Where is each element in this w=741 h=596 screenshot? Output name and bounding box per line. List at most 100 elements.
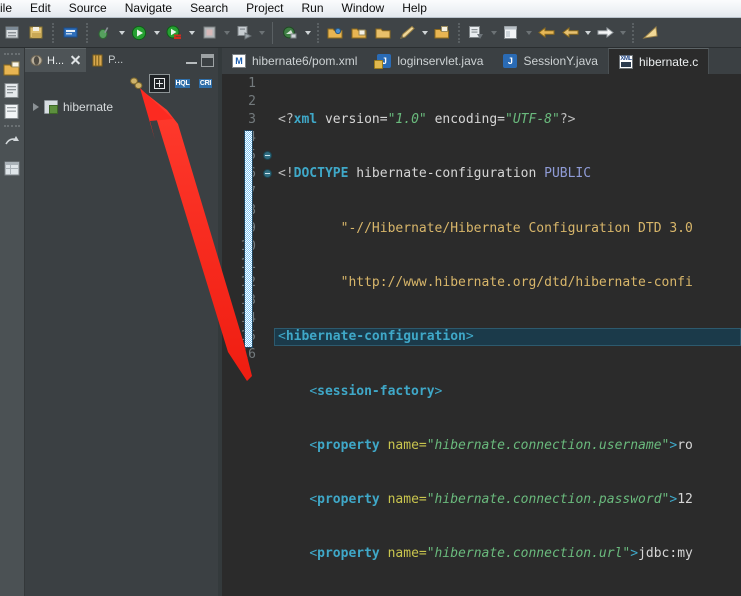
chevron-right-icon[interactable] — [33, 102, 39, 111]
java-locked-icon: J — [374, 54, 392, 69]
menu-navigate[interactable]: Navigate — [116, 0, 181, 17]
run-icon[interactable] — [128, 22, 150, 44]
toolbar-separator — [272, 21, 273, 44]
restore-view-icon[interactable] — [3, 133, 22, 150]
editor-tab-label: SessionY.java — [523, 54, 598, 68]
external-tools-dropdown-icon[interactable] — [256, 22, 267, 44]
hibernate-config-icon — [44, 100, 58, 114]
code-editor[interactable]: 1 2 3 4 5 6 7 8 9 10 11 12 13 14 15 16 — [222, 75, 741, 596]
toolbar-separator — [317, 22, 319, 43]
main-toolbar — [0, 18, 741, 48]
menu-project[interactable]: Project — [237, 0, 292, 17]
changed-lines-marker — [244, 130, 253, 348]
debug-dropdown-icon[interactable] — [116, 22, 127, 44]
editor-tab-label: hibernate6/pom.xml — [252, 54, 358, 68]
terminate-icon[interactable] — [198, 22, 220, 44]
plus-icon — [154, 77, 165, 89]
menu-edit[interactable]: Edit — [21, 0, 60, 17]
view-controls — [185, 53, 218, 67]
open-perspective-icon[interactable] — [3, 61, 22, 78]
menu-source[interactable]: Source — [60, 0, 116, 17]
menu-bar: ile Edit Source Navigate Search Project … — [0, 0, 741, 18]
pencil-icon[interactable] — [396, 22, 418, 44]
minimize-view-button[interactable] — [185, 54, 198, 67]
run-coverage-icon[interactable] — [163, 22, 185, 44]
code-line-3: "-//Hibernate/Hibernate Configuration DT… — [340, 220, 693, 236]
toolbar-separator — [52, 22, 54, 43]
search-icon[interactable] — [372, 22, 394, 44]
line-number: 12 — [222, 274, 262, 292]
open-type-icon[interactable] — [348, 22, 370, 44]
hql-editor-icon[interactable]: HQL — [172, 74, 193, 93]
toolbar-separator — [86, 22, 88, 43]
fold-toggle-icon[interactable] — [263, 151, 272, 160]
editor-tab-loginservlet-java[interactable]: J loginservlet.java — [367, 48, 493, 74]
code-line-9: <property name="hibernate.connection.url… — [309, 546, 693, 562]
add-configuration-icon[interactable] — [149, 73, 170, 93]
line-number: 1 — [248, 76, 256, 91]
menu-help[interactable]: Help — [393, 0, 436, 17]
line-number: 4 — [222, 129, 262, 147]
folding-gutter[interactable] — [262, 75, 274, 596]
menu-run[interactable]: Run — [293, 0, 333, 17]
back-dropdown-icon[interactable] — [582, 22, 593, 44]
new-package-icon[interactable] — [431, 22, 453, 44]
pencil-tool-icon[interactable] — [639, 22, 661, 44]
criteria-editor-icon[interactable]: CRI — [195, 74, 216, 93]
new-java-project-icon[interactable] — [279, 22, 301, 44]
menu-search[interactable]: Search — [181, 0, 237, 17]
print-icon[interactable] — [59, 22, 81, 44]
pencil-dropdown-icon[interactable] — [419, 22, 430, 44]
configuration-tree: hibernate — [25, 94, 218, 117]
code-line-7: <property name="hibernate.connection.use… — [309, 437, 693, 453]
refresh-icon[interactable] — [126, 74, 147, 93]
tab-package-explorer[interactable]: P... — [86, 48, 128, 72]
back-history-icon[interactable] — [559, 22, 581, 44]
fast-view-separator — [4, 125, 20, 128]
tree-item-hibernate[interactable]: hibernate — [25, 97, 218, 117]
editor-tab-label: loginservlet.java — [397, 54, 484, 68]
back-icon[interactable] — [535, 22, 557, 44]
terminate-dropdown-icon[interactable] — [221, 22, 232, 44]
editor-tab-hibernate-cfg-xml[interactable]: hibernate.c — [607, 48, 710, 74]
forward-dropdown-icon[interactable] — [617, 22, 628, 44]
cri-label: CRI — [198, 78, 213, 88]
line-number: 9 — [222, 220, 262, 238]
new-java-project-dropdown-icon[interactable] — [302, 22, 313, 44]
java-perspective-icon[interactable] — [3, 82, 22, 99]
line-number: 14 — [222, 310, 262, 328]
line-number: 3 — [248, 112, 256, 128]
menu-window[interactable]: Window — [333, 0, 394, 17]
fast-view-handle[interactable] — [4, 53, 20, 56]
fold-toggle-icon[interactable] — [263, 169, 272, 178]
coverage-dropdown-icon[interactable] — [186, 22, 197, 44]
menu-file[interactable]: ile — [0, 0, 21, 17]
external-tools-icon[interactable] — [233, 22, 255, 44]
run-dropdown-icon[interactable] — [151, 22, 162, 44]
new-class-dropdown-icon[interactable] — [488, 22, 499, 44]
tab-label: P... — [108, 54, 124, 66]
code-line-6: <session-factory> — [309, 383, 443, 399]
code-text[interactable]: <?xml version="1.0" encoding="UTF-8"?> <… — [274, 75, 741, 596]
tree-item-label: hibernate — [63, 100, 114, 114]
tab-label: H... — [47, 54, 65, 67]
editor-tab-sessiony-java[interactable]: J SessionY.java — [493, 48, 608, 74]
resource-perspective-icon[interactable] — [3, 103, 22, 120]
save-icon[interactable] — [25, 22, 47, 44]
new-wizard-icon[interactable] — [1, 22, 23, 44]
open-folder-icon[interactable] — [324, 22, 346, 44]
close-icon[interactable] — [70, 55, 81, 66]
perspective-dropdown-icon[interactable] — [523, 22, 534, 44]
perspective-icon[interactable] — [500, 22, 522, 44]
forward-icon[interactable] — [594, 22, 616, 44]
debug-icon[interactable] — [93, 22, 115, 44]
outline-view-icon[interactable] — [3, 160, 22, 177]
editor-tab-row: M hibernate6/pom.xml J loginservlet.java… — [222, 48, 741, 75]
editor-tab-pom-xml[interactable]: M hibernate6/pom.xml — [222, 48, 367, 74]
tab-hibernate-configurations[interactable]: H... — [25, 48, 87, 72]
maximize-view-button[interactable] — [201, 53, 214, 67]
maven-icon: M — [232, 54, 246, 68]
line-number-gutter: 1 2 3 4 5 6 7 8 9 10 11 12 13 14 15 16 — [222, 75, 262, 596]
editor-area: M hibernate6/pom.xml J loginservlet.java… — [222, 48, 741, 596]
new-class-icon[interactable] — [465, 22, 487, 44]
